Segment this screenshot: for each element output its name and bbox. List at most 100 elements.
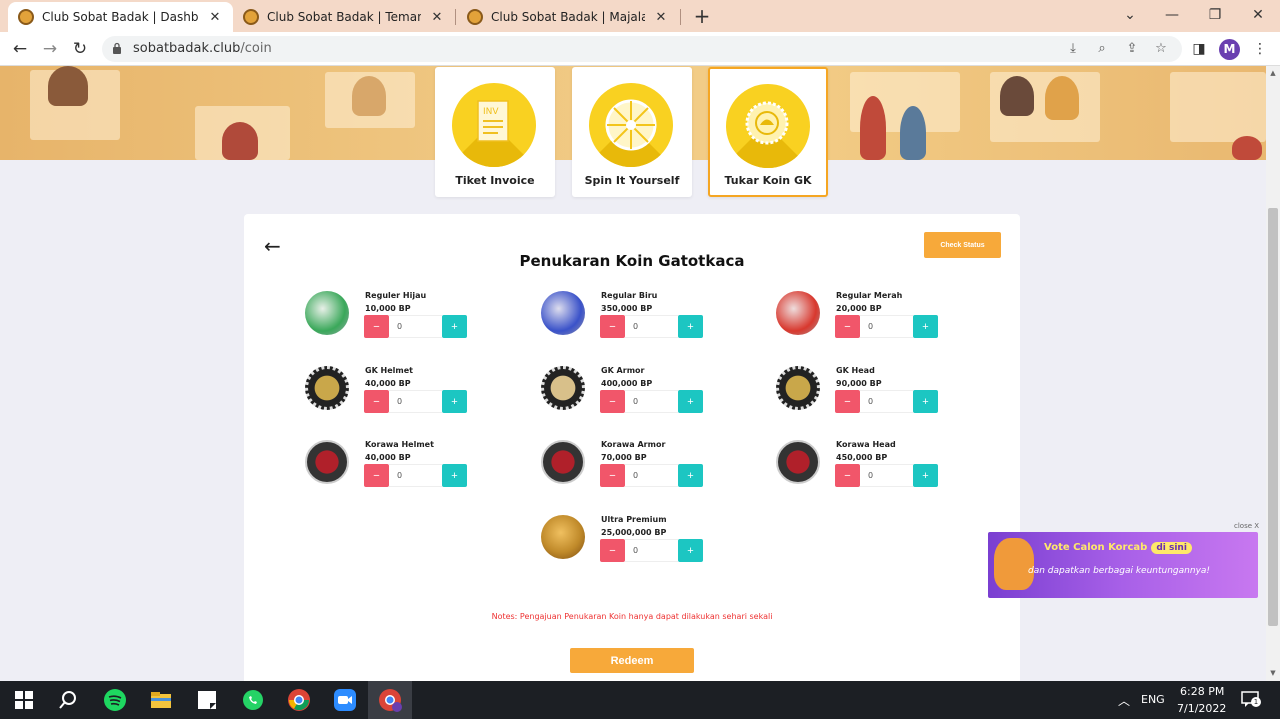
quantity-input[interactable] bbox=[625, 539, 678, 562]
coin-item-gk-helmet: GK Helmet 40,000 BP − + bbox=[305, 366, 495, 426]
site-favicon-icon bbox=[18, 9, 34, 25]
vote-promo-banner[interactable]: Vote Calon Korcab di sini dan dapatkan be… bbox=[988, 532, 1258, 598]
coin-name: Regular Biru bbox=[601, 291, 658, 300]
reload-icon[interactable]: ↻ bbox=[68, 37, 92, 61]
scroll-down-arrow-icon[interactable]: ▼ bbox=[1266, 666, 1280, 680]
side-panel-icon[interactable]: ◨ bbox=[1189, 39, 1209, 59]
decrement-button[interactable]: − bbox=[364, 464, 389, 487]
back-icon[interactable]: ← bbox=[8, 37, 32, 61]
decrement-button[interactable]: − bbox=[600, 390, 625, 413]
tab-separator bbox=[680, 9, 681, 25]
blue-coin-icon bbox=[541, 291, 585, 335]
decrement-button[interactable]: − bbox=[600, 315, 625, 338]
profile-avatar[interactable]: M bbox=[1219, 39, 1240, 60]
scrollbar-thumb[interactable] bbox=[1268, 208, 1278, 626]
quantity-input[interactable] bbox=[625, 390, 678, 413]
coin-item-korawa-armor: Korawa Armor 70,000 BP − + bbox=[541, 440, 731, 500]
zoom-app-icon[interactable] bbox=[333, 688, 357, 712]
whatsapp-icon[interactable] bbox=[241, 688, 265, 712]
promo-headline: Vote Calon Korcab di sini bbox=[1044, 542, 1192, 554]
file-explorer-icon[interactable] bbox=[149, 688, 173, 712]
coin-name: Regular Merah bbox=[836, 291, 903, 300]
zoom-icon[interactable]: ⌕ bbox=[1093, 40, 1111, 58]
close-icon[interactable]: ✕ bbox=[429, 10, 445, 25]
tab-teman-sobat[interactable]: Club Sobat Badak | Teman Sobat ✕ bbox=[233, 2, 455, 32]
close-icon[interactable]: ✕ bbox=[207, 10, 223, 25]
close-icon[interactable]: ✕ bbox=[653, 10, 669, 25]
increment-button[interactable]: + bbox=[442, 464, 467, 487]
increment-button[interactable]: + bbox=[913, 464, 938, 487]
clock-date[interactable]: 7/1/2022 bbox=[1177, 702, 1226, 715]
menu-card-label: Spin It Yourself bbox=[584, 174, 680, 187]
coin-name: GK Armor bbox=[601, 366, 645, 375]
wheel-icon bbox=[589, 83, 673, 167]
increment-button[interactable]: + bbox=[913, 315, 938, 338]
install-app-icon[interactable]: ⤓ bbox=[1064, 40, 1082, 58]
menu-card-tiket-invoice[interactable]: INV Tiket Invoice bbox=[435, 67, 555, 197]
quantity-input[interactable] bbox=[860, 315, 913, 338]
address-bar[interactable]: sobatbadak.club/coin ⤓ ⌕ ⇪ ☆ bbox=[102, 36, 1182, 62]
coin-emblem-icon bbox=[726, 84, 810, 168]
bookmark-star-icon[interactable]: ☆ bbox=[1152, 40, 1170, 58]
decrement-button[interactable]: − bbox=[835, 390, 860, 413]
increment-button[interactable]: + bbox=[678, 390, 703, 413]
minimize-icon[interactable]: — bbox=[1152, 4, 1192, 26]
red-coin-icon bbox=[776, 291, 820, 335]
tray-chevron-icon[interactable]: ︿ bbox=[1118, 692, 1130, 709]
promo-close-button[interactable]: close X bbox=[1234, 522, 1259, 530]
menu-card-tukar-koin-gk[interactable]: Tukar Koin GK bbox=[708, 67, 828, 197]
decrement-button[interactable]: − bbox=[835, 315, 860, 338]
new-tab-plus-icon[interactable]: + bbox=[690, 4, 714, 28]
chrome-icon[interactable] bbox=[287, 688, 311, 712]
decrement-button[interactable]: − bbox=[364, 315, 389, 338]
tab-search-chevron-icon[interactable]: ⌄ bbox=[1110, 4, 1150, 26]
page-scrollbar[interactable]: ▲ ▼ bbox=[1266, 66, 1280, 681]
url-text: sobatbadak.club/coin bbox=[133, 41, 272, 56]
quantity-input[interactable] bbox=[625, 315, 678, 338]
quantity-input[interactable] bbox=[389, 464, 442, 487]
spotify-icon[interactable] bbox=[103, 688, 127, 712]
share-icon[interactable]: ⇪ bbox=[1123, 40, 1141, 58]
invoice-icon: INV bbox=[452, 83, 536, 167]
increment-button[interactable]: + bbox=[678, 315, 703, 338]
scroll-up-arrow-icon[interactable]: ▲ bbox=[1266, 66, 1280, 80]
search-icon[interactable] bbox=[56, 688, 80, 712]
active-chrome-profile-button[interactable] bbox=[368, 681, 412, 719]
more-menu-icon[interactable]: ⋮ bbox=[1250, 39, 1270, 59]
increment-button[interactable]: + bbox=[913, 390, 938, 413]
coin-item-ultra-premium: Ultra Premium 25,000,000 BP − + bbox=[541, 515, 731, 575]
quantity-input[interactable] bbox=[389, 390, 442, 413]
increment-button[interactable]: + bbox=[442, 315, 467, 338]
ultra-premium-coin-icon bbox=[541, 515, 585, 559]
coin-item-regular-merah: Regular Merah 20,000 BP − + bbox=[776, 291, 966, 351]
quantity-input[interactable] bbox=[389, 315, 442, 338]
input-language[interactable]: ENG bbox=[1141, 693, 1165, 706]
decrement-button[interactable]: − bbox=[600, 539, 625, 562]
decrement-button[interactable]: − bbox=[835, 464, 860, 487]
page-title: Penukaran Koin Gatotkaca bbox=[519, 252, 745, 270]
promo-subtext: dan dapatkan berbagai keuntungannya! bbox=[1028, 566, 1211, 576]
decrement-button[interactable]: − bbox=[364, 390, 389, 413]
redeem-button[interactable]: Redeem bbox=[570, 648, 694, 673]
notification-count-badge: 1 bbox=[1251, 697, 1261, 707]
decrement-button[interactable]: − bbox=[600, 464, 625, 487]
forward-icon[interactable]: → bbox=[38, 37, 62, 61]
restore-icon[interactable]: ❐ bbox=[1195, 4, 1235, 26]
increment-button[interactable]: + bbox=[678, 539, 703, 562]
notes-app-icon[interactable] bbox=[195, 688, 219, 712]
notification-center-icon[interactable]: 1 bbox=[1240, 690, 1261, 708]
quantity-input[interactable] bbox=[860, 390, 913, 413]
quantity-input[interactable] bbox=[860, 464, 913, 487]
increment-button[interactable]: + bbox=[442, 390, 467, 413]
clock-time[interactable]: 6:28 PM bbox=[1180, 685, 1224, 698]
window-close-icon[interactable]: ✕ bbox=[1238, 4, 1278, 26]
windows-start-icon[interactable] bbox=[12, 688, 36, 712]
gk-helmet-coin-icon bbox=[305, 366, 349, 410]
quantity-input[interactable] bbox=[625, 464, 678, 487]
coin-exchange-card: ← Check Status Penukaran Koin Gatotkaca … bbox=[244, 214, 1020, 681]
menu-card-spin-it-yourself[interactable]: Spin It Yourself bbox=[572, 67, 692, 197]
tab-dashboard[interactable]: Club Sobat Badak | Dashboard ✕ bbox=[8, 2, 233, 32]
tab-majalah-dinding[interactable]: Club Sobat Badak | Majalah Dinding ✕ bbox=[457, 2, 679, 32]
increment-button[interactable]: + bbox=[678, 464, 703, 487]
green-coin-icon bbox=[305, 291, 349, 335]
